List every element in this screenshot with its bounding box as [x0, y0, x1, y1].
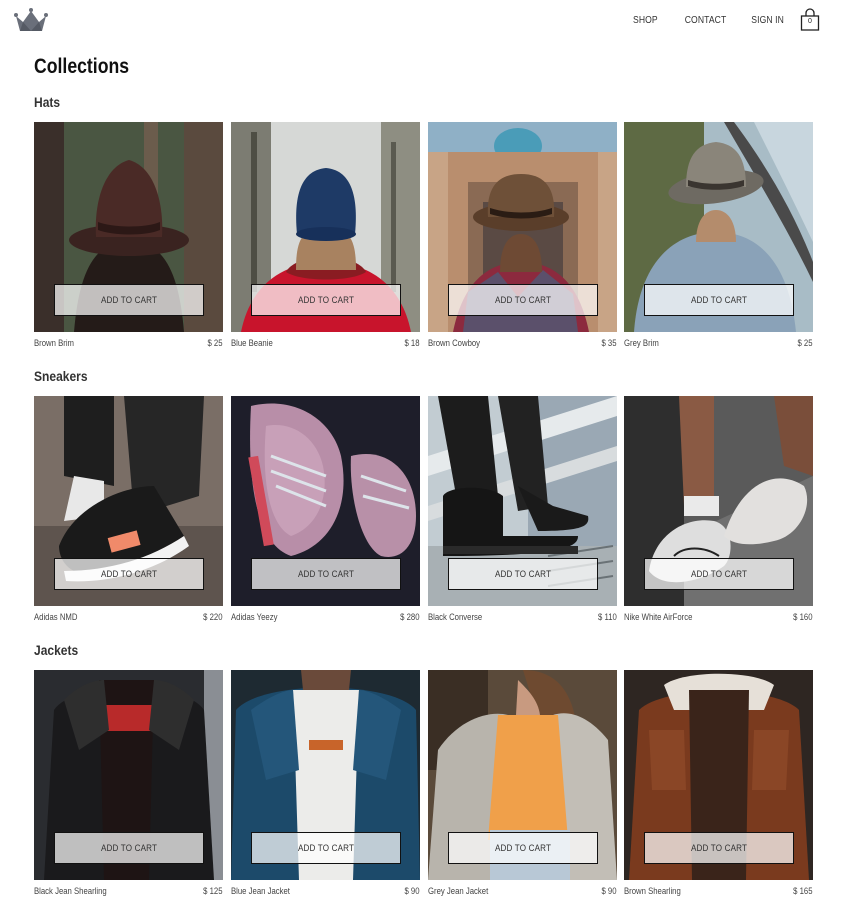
page-title: Collections [34, 55, 130, 78]
add-to-cart-label: ADD TO CART [100, 842, 158, 854]
product-name: Brown Shearling [624, 886, 681, 896]
add-to-cart-button[interactable]: ADD TO CART [54, 284, 204, 316]
product-card: ADD TO CART Nike White AirForce $ 160 [624, 396, 813, 624]
product-price: $ 90 [404, 886, 420, 896]
add-to-cart-label: ADD TO CART [494, 568, 552, 580]
add-to-cart-label: ADD TO CART [297, 568, 355, 580]
product-meta: Brown Brim $ 25 [34, 338, 223, 350]
product-image-adidas-yeezy: ADD TO CART [231, 396, 420, 606]
add-to-cart-button[interactable]: ADD TO CART [251, 558, 401, 590]
add-to-cart-label: ADD TO CART [100, 568, 158, 580]
header: SHOP CONTACT SIGN IN 0 [0, 0, 846, 40]
product-card: ADD TO CART Black Converse $ 110 [428, 396, 617, 624]
product-meta: Adidas Yeezy $ 280 [231, 612, 420, 624]
add-to-cart-label: ADD TO CART [297, 842, 355, 854]
product-meta: Nike White AirForce $ 160 [624, 612, 813, 624]
product-name: Black Jean Shearling [34, 886, 107, 896]
product-price: $ 90 [601, 886, 617, 896]
product-card: ADD TO CART Blue Jean Jacket $ 90 [231, 670, 420, 898]
cart-count: 0 [808, 18, 812, 25]
product-meta: Adidas NMD $ 220 [34, 612, 223, 624]
product-card: ADD TO CART Brown Cowboy $ 35 [428, 122, 617, 350]
add-to-cart-button[interactable]: ADD TO CART [251, 284, 401, 316]
product-card: ADD TO CART Brown Brim $ 25 [34, 122, 223, 350]
product-card: ADD TO CART Adidas Yeezy $ 280 [231, 396, 420, 624]
shopping-bag-icon[interactable]: 0 [800, 8, 820, 32]
add-to-cart-button[interactable]: ADD TO CART [644, 558, 794, 590]
nav-shop-link[interactable]: SHOP [633, 15, 658, 26]
product-price: $ 25 [797, 338, 813, 348]
product-name: Brown Cowboy [428, 338, 481, 348]
product-image-nike-white-airforce: ADD TO CART [624, 396, 813, 606]
product-price: $ 18 [404, 338, 420, 348]
product-image-black-converse: ADD TO CART [428, 396, 617, 606]
add-to-cart-label: ADD TO CART [690, 294, 748, 306]
product-meta: Blue Beanie $ 18 [231, 338, 420, 350]
add-to-cart-button[interactable]: ADD TO CART [448, 832, 598, 864]
product-card: ADD TO CART Grey Brim $ 25 [624, 122, 813, 350]
add-to-cart-label: ADD TO CART [100, 294, 158, 306]
add-to-cart-label: ADD TO CART [690, 568, 748, 580]
section-title-hats[interactable]: Hats [34, 94, 60, 110]
product-name: Blue Beanie [231, 338, 273, 348]
crown-logo-icon[interactable] [14, 7, 48, 33]
product-image-grey-brim: ADD TO CART [624, 122, 813, 332]
product-name: Grey Brim [624, 338, 659, 348]
product-name: Black Converse [428, 612, 483, 622]
add-to-cart-button[interactable]: ADD TO CART [54, 558, 204, 590]
section-title-sneakers[interactable]: Sneakers [34, 368, 88, 384]
nav-contact-link[interactable]: CONTACT [685, 15, 727, 26]
product-price: $ 220 [203, 612, 223, 622]
product-image-black-jean-shearling: ADD TO CART [34, 670, 223, 880]
product-image-grey-jean-jacket: ADD TO CART [428, 670, 617, 880]
product-price: $ 35 [601, 338, 617, 348]
product-card: ADD TO CART Brown Shearling $ 165 [624, 670, 813, 898]
product-name: Adidas NMD [34, 612, 78, 622]
product-meta: Blue Jean Jacket $ 90 [231, 886, 420, 898]
product-card: ADD TO CART Blue Beanie $ 18 [231, 122, 420, 350]
add-to-cart-label: ADD TO CART [494, 842, 552, 854]
product-meta: Black Converse $ 110 [428, 612, 617, 624]
product-image-brown-shearling: ADD TO CART [624, 670, 813, 880]
product-image-blue-beanie: ADD TO CART [231, 122, 420, 332]
product-meta: Grey Brim $ 25 [624, 338, 813, 350]
product-price: $ 125 [203, 886, 223, 896]
product-meta: Grey Jean Jacket $ 90 [428, 886, 617, 898]
add-to-cart-button[interactable]: ADD TO CART [448, 558, 598, 590]
main-nav: SHOP CONTACT SIGN IN 0 [609, 8, 820, 32]
add-to-cart-button[interactable]: ADD TO CART [54, 832, 204, 864]
product-name: Adidas Yeezy [231, 612, 278, 622]
product-image-brown-cowboy: ADD TO CART [428, 122, 617, 332]
add-to-cart-label: ADD TO CART [297, 294, 355, 306]
nav-sign-in-link[interactable]: SIGN IN [751, 15, 784, 26]
product-meta: Brown Cowboy $ 35 [428, 338, 617, 350]
product-image-brown-brim: ADD TO CART [34, 122, 223, 332]
product-price: $ 25 [207, 338, 223, 348]
product-name: Blue Jean Jacket [231, 886, 290, 896]
add-to-cart-button[interactable]: ADD TO CART [448, 284, 598, 316]
product-card: ADD TO CART Adidas NMD $ 220 [34, 396, 223, 624]
product-price: $ 280 [400, 612, 420, 622]
product-name: Grey Jean Jacket [428, 886, 489, 896]
section-title-jackets[interactable]: Jackets [34, 642, 78, 658]
product-price: $ 165 [793, 886, 813, 896]
add-to-cart-label: ADD TO CART [690, 842, 748, 854]
product-name: Brown Brim [34, 338, 75, 348]
product-meta: Black Jean Shearling $ 125 [34, 886, 223, 898]
product-card: ADD TO CART Grey Jean Jacket $ 90 [428, 670, 617, 898]
add-to-cart-button[interactable]: ADD TO CART [644, 832, 794, 864]
add-to-cart-button[interactable]: ADD TO CART [644, 284, 794, 316]
product-name: Nike White AirForce [624, 612, 693, 622]
product-meta: Brown Shearling $ 165 [624, 886, 813, 898]
product-image-adidas-nmd: ADD TO CART [34, 396, 223, 606]
add-to-cart-label: ADD TO CART [494, 294, 552, 306]
product-price: $ 110 [598, 612, 617, 622]
product-image-blue-jean-jacket: ADD TO CART [231, 670, 420, 880]
add-to-cart-button[interactable]: ADD TO CART [251, 832, 401, 864]
product-price: $ 160 [793, 612, 813, 622]
product-card: ADD TO CART Black Jean Shearling $ 125 [34, 670, 223, 898]
